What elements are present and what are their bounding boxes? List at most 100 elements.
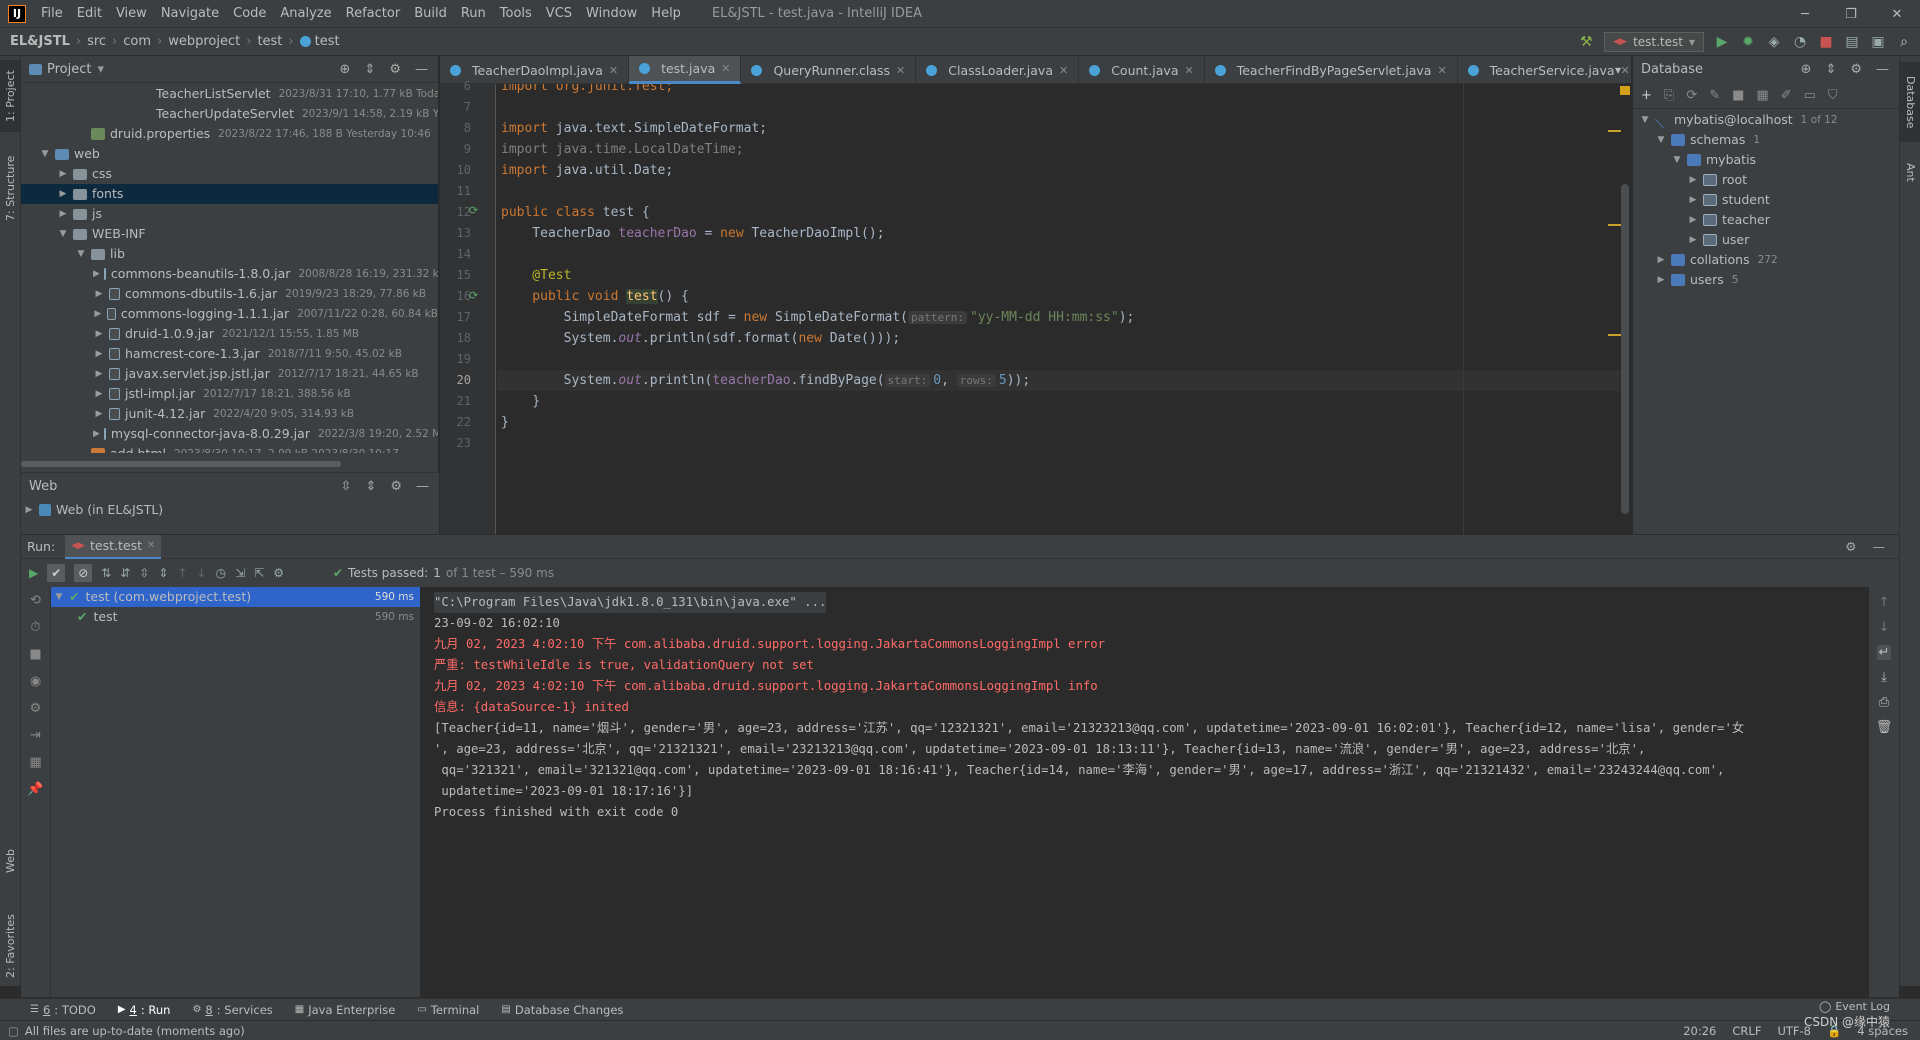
project-tree-item[interactable]: ▶junit-4.12.jar2022/4/20 9:05, 314.93 kB — [21, 404, 438, 424]
table-icon[interactable]: ▦ — [1756, 88, 1768, 103]
tool-window-button[interactable]: ☰6: TODO — [30, 1003, 96, 1017]
console-icon[interactable]: ▭ — [1804, 88, 1816, 103]
collapse-all-icon[interactable]: ⇕ — [365, 479, 376, 494]
gear-icon[interactable]: ⚙ — [390, 479, 402, 494]
chevron-right-icon[interactable]: ▶ — [1687, 210, 1699, 230]
chevron-right-icon[interactable]: ▶ — [57, 164, 69, 184]
close-tab-icon[interactable]: ✕ — [1059, 64, 1068, 77]
filter-icon[interactable]: ⛉ — [1828, 88, 1838, 103]
expand-all-icon[interactable]: ⇳ — [341, 479, 352, 494]
layout-icon[interactable]: ▣ — [1870, 34, 1886, 50]
project-tree-item[interactable]: ▶druid-1.0.9.jar2021/12/1 15:55, 1.85 MB — [21, 324, 438, 344]
import-icon[interactable]: ⇲ — [235, 566, 245, 580]
exit-icon[interactable]: ⇥ — [30, 728, 41, 743]
stop-icon[interactable]: ■ — [29, 647, 41, 662]
hide-icon[interactable]: — — [416, 479, 429, 494]
chevron-right-icon[interactable]: ▶ — [1687, 190, 1699, 210]
stop-icon[interactable]: ■ — [1732, 88, 1744, 103]
profile-icon[interactable]: ◔ — [1792, 34, 1808, 50]
chevron-right-icon[interactable]: ▶ — [93, 264, 100, 284]
tab-favorites-tool[interactable]: 2: Favorites — [0, 906, 21, 986]
chevron-right-icon[interactable]: ▶ — [93, 424, 100, 444]
menu-window[interactable]: Window — [579, 0, 644, 28]
project-tree-item[interactable]: ▶js — [21, 204, 438, 224]
export-icon[interactable]: ⇱ — [254, 566, 264, 580]
chevron-down-icon[interactable]: ▼ — [57, 224, 69, 244]
close-tab-icon[interactable]: ✕ — [147, 540, 155, 551]
event-log[interactable]: ◯Event Log — [1819, 1000, 1890, 1013]
chevron-right-icon[interactable]: ▶ — [57, 204, 69, 224]
soft-wrap-icon[interactable]: ↵ — [1877, 645, 1892, 660]
close-tab-icon[interactable]: ✕ — [609, 64, 618, 77]
search-icon[interactable]: ⌕ — [1896, 34, 1912, 50]
project-tree-item[interactable]: ▶mysql-connector-java-8.0.29.jar2022/3/8… — [21, 424, 438, 444]
project-tree-item[interactable]: ▶commons-dbutils-1.6.jar2019/9/23 18:29,… — [21, 284, 438, 304]
project-tree-item[interactable]: ▶css — [21, 164, 438, 184]
gear-icon[interactable]: ⚙ — [389, 62, 401, 77]
tool-window-button[interactable]: ⚙8: Services — [192, 1003, 272, 1017]
tab-structure-tool[interactable]: 7: Structure — [0, 148, 21, 228]
editor-tab[interactable]: TeacherService.java✕ — [1458, 56, 1641, 84]
edit-icon[interactable]: ✐ — [1781, 88, 1792, 103]
rerun-icon[interactable]: ▶ — [29, 566, 38, 580]
collapse-all-icon[interactable]: ⇕ — [158, 566, 168, 580]
menu-navigate[interactable]: Navigate — [154, 0, 226, 28]
editor-tab[interactable]: QueryRunner.class✕ — [741, 56, 916, 84]
layout-icon[interactable]: ▦ — [29, 755, 41, 770]
breadcrumb-com[interactable]: com — [123, 34, 151, 49]
hide-icon[interactable]: — — [1873, 539, 1886, 554]
stop-icon[interactable]: ■ — [1818, 34, 1834, 50]
tool-window-button[interactable]: ▭Terminal — [417, 1003, 479, 1017]
database-tree-item[interactable]: ▼⟍mybatis@localhost1 of 12 — [1633, 110, 1899, 130]
chevron-down-icon[interactable]: ▼ — [1639, 110, 1651, 130]
database-tree-item[interactable]: ▶student — [1633, 190, 1899, 210]
chevron-right-icon[interactable]: ▶ — [93, 364, 105, 384]
chevron-right-icon[interactable]: ▶ — [93, 284, 105, 304]
chevron-right-icon[interactable]: ▶ — [1655, 250, 1667, 270]
breadcrumb-project[interactable]: EL&JSTL — [10, 34, 70, 49]
project-tree-item[interactable]: ▶jstl-impl.jar2012/7/17 18:21, 388.56 kB — [21, 384, 438, 404]
chevron-down-icon[interactable]: ▼ — [1671, 150, 1683, 170]
menu-build[interactable]: Build — [407, 0, 454, 28]
collapse-all-icon[interactable]: ⇕ — [1825, 62, 1836, 77]
print-icon[interactable]: ⎙ — [1879, 695, 1889, 710]
project-tree-item[interactable]: ▼web — [21, 144, 438, 164]
editor-tab[interactable]: TeacherFindByPageServlet.java✕ — [1205, 56, 1458, 84]
chevron-right-icon[interactable]: ▶ — [93, 384, 105, 404]
build-hammer-icon[interactable]: ⚒ — [1578, 34, 1594, 50]
menu-code[interactable]: Code — [226, 0, 273, 28]
globe-icon[interactable]: ⊕ — [1801, 62, 1812, 77]
collapse-all-icon[interactable]: ⇕ — [364, 62, 375, 77]
dump-threads-icon[interactable]: ◉ — [30, 674, 41, 689]
project-tree-item[interactable]: TeacherListServlet2023/8/31 17:10, 1.77 … — [21, 84, 438, 104]
project-tree-item[interactable]: ▼WEB-INF — [21, 224, 438, 244]
close-tab-icon[interactable]: ✕ — [1437, 64, 1446, 77]
database-tree-item[interactable]: ▶users5 — [1633, 270, 1899, 290]
gear-icon[interactable]: ⚙ — [1845, 539, 1856, 554]
chevron-right-icon[interactable]: ▶ — [93, 324, 105, 344]
project-tree-item[interactable]: ▶javax.servlet.jsp.jstl.jar2012/7/17 18:… — [21, 364, 438, 384]
menu-vcs[interactable]: VCS — [539, 0, 579, 28]
run-test-gutter-icon[interactable]: ⟳ — [469, 289, 478, 302]
coverage-icon[interactable]: ◈ — [1766, 34, 1782, 50]
chevron-down-icon[interactable]: ▼ — [75, 244, 87, 264]
breadcrumb-test-file[interactable]: test — [257, 34, 282, 49]
debug-icon[interactable]: ✹ — [1740, 34, 1756, 50]
tool-window-button[interactable]: ▤Database Changes — [501, 1003, 623, 1017]
project-tree-item[interactable]: ▶hamcrest-core-1.3.jar2018/7/11 9:50, 45… — [21, 344, 438, 364]
tab-web-tool[interactable]: Web — [0, 836, 21, 886]
editor-scrollbar[interactable] — [1620, 84, 1631, 534]
prev-failed-icon[interactable]: ↑ — [177, 566, 187, 580]
project-tree-item[interactable]: TeacherUpdateServlet2023/9/1 14:58, 2.19… — [21, 104, 438, 124]
chevron-right-icon[interactable]: ▶ — [1687, 170, 1699, 190]
database-tree-item[interactable]: ▼mybatis — [1633, 150, 1899, 170]
run-icon[interactable]: ▶ — [1714, 34, 1730, 50]
project-tree-item[interactable]: druid.properties2023/8/22 17:46, 188 B Y… — [21, 124, 438, 144]
run-config-select[interactable]: ◀▶test.test▾ — [1604, 32, 1704, 52]
scroll-up-icon[interactable]: ↑ — [1879, 595, 1890, 610]
tab-project-tool[interactable]: 1: Project — [0, 60, 21, 132]
chevron-right-icon[interactable]: ▶ — [93, 344, 105, 364]
project-tree-item[interactable]: ▶fonts — [21, 184, 438, 204]
menu-run[interactable]: Run — [454, 0, 493, 28]
console-output[interactable]: "C:\Program Files\Java\jdk1.8.0_131\bin\… — [422, 587, 1869, 997]
